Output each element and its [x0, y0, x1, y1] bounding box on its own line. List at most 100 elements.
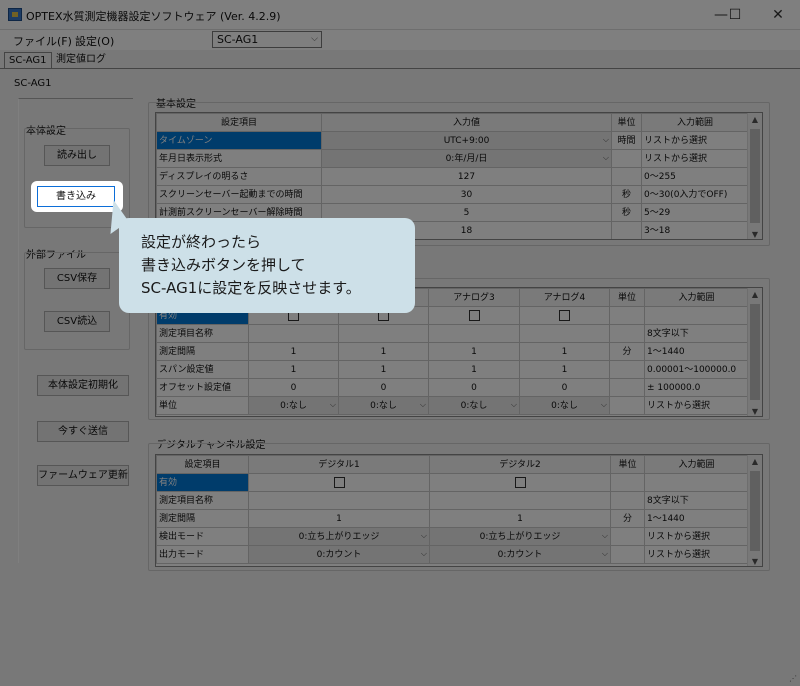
cell-input[interactable]: 1	[519, 342, 610, 361]
send-now-button[interactable]: 今すぐ送信	[37, 421, 129, 442]
col-header: 単位	[610, 455, 645, 474]
checkbox[interactable]	[333, 476, 345, 488]
cell-input[interactable]: 1	[248, 342, 339, 361]
detect-mode-select[interactable]: 0:立ち上がりエッジ ⌵	[248, 527, 430, 546]
tab-strip: SC-AG1 測定値ログ	[0, 52, 800, 68]
col-header: 単位	[609, 288, 645, 307]
menu-settings[interactable]: 設定(O)	[75, 33, 114, 49]
row-label[interactable]: 測定間隔	[156, 342, 249, 361]
row-label[interactable]: 検出モード	[156, 527, 249, 546]
row-label[interactable]: 測定間隔	[156, 509, 249, 528]
chevron-down-icon: ⌵	[602, 153, 609, 162]
row-label[interactable]: ディスプレイの明るさ	[156, 167, 322, 186]
cell-unit	[610, 545, 645, 564]
detect-mode-select[interactable]: 0:立ち上がりエッジ ⌵	[429, 527, 611, 546]
cell-input[interactable]	[248, 491, 430, 510]
scroll-down-icon[interactable]: ▼	[748, 407, 762, 416]
brightness-input[interactable]: 127	[321, 167, 612, 186]
timezone-select[interactable]: UTC+9:00 ⌵	[321, 131, 612, 150]
cell-input[interactable]: 1	[519, 360, 610, 379]
col-header: 設定項目	[156, 113, 322, 132]
cell-unit	[611, 167, 642, 186]
cell-input[interactable]: 1	[429, 509, 611, 528]
title-bar: OPTEX水質測定機器設定ソフトウェア (Ver. 4.2.9) — ☐ ✕	[0, 0, 800, 30]
tab-device[interactable]: SC-AG1	[4, 52, 52, 68]
basic-scrollbar[interactable]: ▲ ▼	[747, 113, 762, 239]
scroll-thumb[interactable]	[750, 471, 760, 551]
screensaver-time-input[interactable]: 30	[321, 185, 612, 204]
cell-input[interactable]: 1	[428, 342, 520, 361]
device-select[interactable]: SC-AG1 ⌵	[212, 31, 322, 48]
checkbox[interactable]	[514, 476, 526, 488]
cell-input[interactable]: 1	[338, 342, 429, 361]
maximize-button[interactable]: ☐	[719, 4, 751, 26]
output-mode-select[interactable]: 0:カウント ⌵	[429, 545, 611, 564]
cell-input[interactable]	[519, 324, 610, 343]
csv-load-button[interactable]: CSV読込	[44, 311, 110, 332]
unit-select[interactable]: 0:なし ⌵	[428, 396, 520, 415]
row-label[interactable]: 測定項目名称	[156, 324, 249, 343]
row-label[interactable]: 有効	[156, 473, 249, 492]
enable-checkbox[interactable]	[428, 306, 520, 325]
row-label[interactable]: 単位	[156, 396, 249, 415]
cell-input[interactable]: 0	[248, 378, 339, 397]
scroll-down-icon[interactable]: ▼	[748, 557, 762, 566]
row-label[interactable]: 出力モード	[156, 545, 249, 564]
cell-input[interactable]	[429, 491, 611, 510]
chevron-down-icon: ⌵	[601, 531, 608, 540]
row-label[interactable]: スクリーンセーバー起動までの時間	[156, 185, 322, 204]
cell-input[interactable]: 0	[519, 378, 610, 397]
cell-input[interactable]: 1	[248, 509, 430, 528]
row-label[interactable]: 測定項目名称	[156, 491, 249, 510]
resize-grip-icon[interactable]: ⋰	[789, 674, 797, 683]
col-header: デジタル2	[429, 455, 611, 474]
cell-input[interactable]: 0	[338, 378, 429, 397]
cell-input[interactable]	[428, 324, 520, 343]
menu-file[interactable]: ファイル(F)	[13, 33, 72, 49]
unit-select[interactable]: 0:なし ⌵	[248, 396, 339, 415]
csv-save-button[interactable]: CSV保存	[44, 268, 110, 289]
row-label[interactable]: 年月日表示形式	[156, 149, 322, 168]
menu-bar: ファイル(F) 設定(O) SC-AG1 ⌵	[0, 30, 800, 50]
scroll-up-icon[interactable]: ▲	[748, 290, 762, 299]
row-label[interactable]: オフセット設定値	[156, 378, 249, 397]
scroll-up-icon[interactable]: ▲	[748, 115, 762, 124]
callout-line: 設定が終わったら	[141, 233, 262, 251]
cell-range: 8文字以下	[644, 324, 749, 343]
cell-range	[644, 473, 749, 492]
row-label[interactable]: タイムゾーン	[156, 131, 322, 150]
row-label[interactable]: スパン設定値	[156, 360, 249, 379]
cell-input[interactable]	[248, 324, 339, 343]
cell-input[interactable]	[338, 324, 429, 343]
output-mode-select[interactable]: 0:カウント ⌵	[248, 545, 430, 564]
cell-input[interactable]: 0	[428, 378, 520, 397]
enable-checkbox[interactable]	[519, 306, 610, 325]
digital-scrollbar[interactable]: ▲ ▼	[747, 455, 762, 566]
cell-input[interactable]: 1	[428, 360, 520, 379]
col-header: 設定項目	[156, 455, 249, 474]
unit-select[interactable]: 0:なし ⌵	[519, 396, 610, 415]
tab-measurement-log[interactable]: 測定値ログ	[52, 52, 110, 68]
read-button[interactable]: 読み出し	[44, 145, 110, 166]
scroll-down-icon[interactable]: ▼	[748, 230, 762, 239]
table-row: 有効	[156, 473, 749, 492]
checkbox[interactable]	[468, 309, 480, 321]
cell-unit: 秒	[611, 185, 642, 204]
cell-input[interactable]: 1	[248, 360, 339, 379]
cell-input[interactable]: 1	[338, 360, 429, 379]
analog-scrollbar[interactable]: ▲ ▼	[747, 288, 762, 416]
callout-line: SC-AG1に設定を反映させます。	[141, 279, 361, 297]
scroll-thumb[interactable]	[750, 304, 760, 400]
enable-checkbox[interactable]	[248, 473, 430, 492]
enable-checkbox[interactable]	[429, 473, 611, 492]
init-settings-button[interactable]: 本体設定初期化	[37, 375, 129, 396]
scroll-up-icon[interactable]: ▲	[748, 457, 762, 466]
unit-select[interactable]: 0:なし ⌵	[338, 396, 429, 415]
close-button[interactable]: ✕	[762, 4, 794, 26]
write-button[interactable]: 書き込み	[37, 186, 115, 207]
date-format-select[interactable]: 0:年/月/日 ⌵	[321, 149, 612, 168]
scroll-thumb[interactable]	[750, 129, 760, 223]
firmware-update-button[interactable]: ファームウェア更新	[37, 465, 129, 486]
checkbox[interactable]	[559, 309, 570, 321]
cell-value: 0:なし	[370, 400, 397, 411]
